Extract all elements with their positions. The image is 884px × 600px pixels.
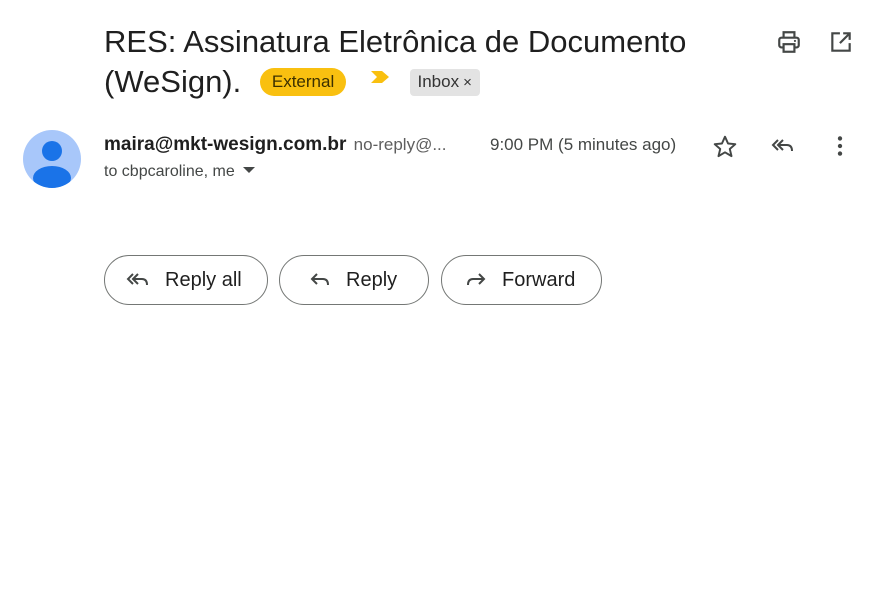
star-icon[interactable] bbox=[712, 134, 738, 160]
sender-name[interactable]: maira@mkt-wesign.com.br bbox=[104, 134, 346, 155]
important-marker-icon[interactable] bbox=[369, 69, 391, 85]
sender-avatar[interactable] bbox=[23, 130, 81, 188]
reply-button[interactable]: Reply bbox=[279, 255, 429, 305]
more-vert-icon[interactable] bbox=[827, 133, 853, 159]
inbox-label-text: Inbox bbox=[417, 72, 460, 91]
inbox-label: Inbox × bbox=[409, 69, 480, 96]
sender-email: no-reply@... bbox=[353, 135, 447, 154]
print-icon[interactable] bbox=[776, 29, 802, 55]
subject-text: RES: Assinatura Eletrônica de Documento … bbox=[104, 24, 687, 99]
chevron-down-icon bbox=[242, 167, 255, 173]
forward-button[interactable]: Forward bbox=[441, 255, 602, 305]
recipients-text: to cbpcaroline, me bbox=[104, 163, 235, 180]
forward-label: Forward bbox=[502, 268, 576, 291]
reply-all-icon[interactable] bbox=[770, 133, 796, 159]
reply-all-icon bbox=[126, 273, 148, 286]
reply-all-button[interactable]: Reply all bbox=[104, 255, 268, 305]
remove-label-icon[interactable]: × bbox=[463, 74, 472, 91]
forward-icon bbox=[467, 273, 486, 286]
person-icon bbox=[33, 141, 71, 188]
open-in-new-window-icon[interactable] bbox=[828, 29, 854, 55]
recipients-dropdown[interactable]: to cbpcaroline, me bbox=[104, 163, 255, 181]
email-subject: RES: Assinatura Eletrônica de Documento … bbox=[104, 22, 744, 102]
sender-line: maira@mkt-wesign.com.br no-reply@... bbox=[104, 133, 447, 157]
reply-icon bbox=[310, 273, 329, 286]
email-timestamp: 9:00 PM (5 minutes ago) bbox=[490, 135, 677, 154]
reply-label: Reply bbox=[346, 268, 398, 291]
reply-all-label: Reply all bbox=[165, 268, 242, 291]
external-label: External bbox=[259, 68, 347, 96]
